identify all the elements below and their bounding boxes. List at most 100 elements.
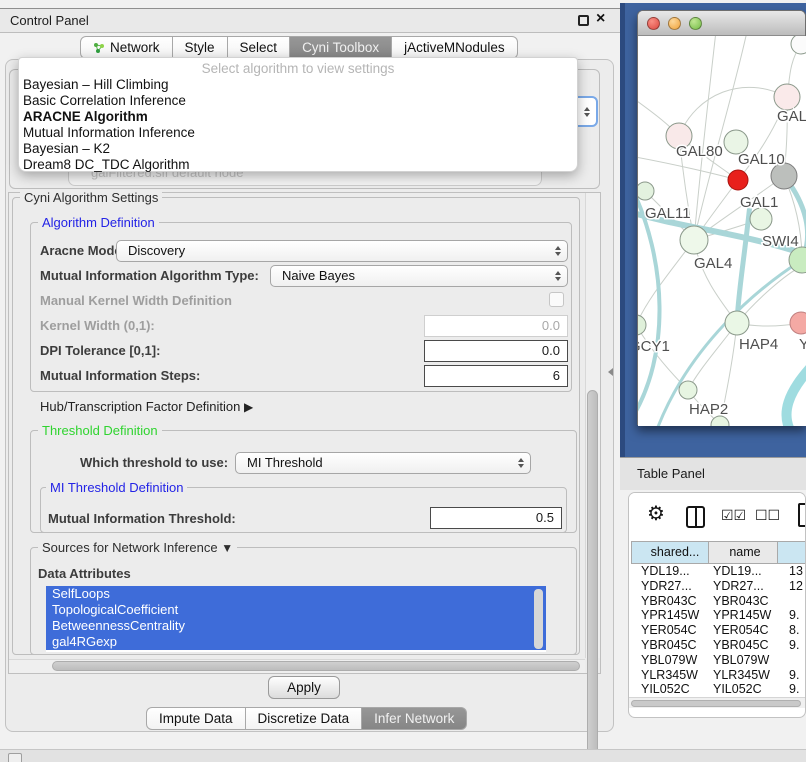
network-window-titlebar[interactable]: [638, 11, 805, 36]
close-icon[interactable]: ×: [596, 10, 605, 28]
network-edge: [679, 87, 787, 136]
node-label-gal11: GAL11: [645, 205, 691, 222]
network-node[interactable]: [728, 170, 748, 190]
document-icon[interactable]: [798, 503, 806, 527]
table-cell: YLR345W: [709, 668, 778, 683]
aracne-mode-combo[interactable]: Discovery: [116, 240, 568, 262]
horizontal-scrollbar-thumb[interactable]: [52, 661, 580, 671]
combo-arrows-icon: [555, 246, 561, 256]
network-node[interactable]: [638, 315, 646, 335]
tab-label: Cyni Toolbox: [302, 40, 379, 55]
column-header-a[interactable]: A: [778, 541, 806, 564]
table-cell: YDR27...: [631, 579, 709, 594]
algorithm-list: Bayesian – Hill ClimbingBasic Correlatio…: [19, 77, 577, 173]
collapsed-panel-icon[interactable]: [8, 753, 22, 762]
network-node[interactable]: [790, 312, 806, 334]
sources-expander[interactable]: Sources for Network Inference ▼: [38, 540, 237, 555]
dpi-tolerance-field[interactable]: 0.0: [424, 340, 568, 362]
node-label-y: Y: [799, 336, 806, 353]
chevron-right-icon: ▶: [244, 400, 253, 414]
network-node[interactable]: [750, 208, 772, 230]
column-header-name[interactable]: name: [709, 541, 778, 564]
network-view[interactable]: GALGAL80GAL10GAL1GAL11SWI4GAL4GCY1HAP4YH…: [638, 36, 806, 426]
tab-cyni-toolbox[interactable]: Cyni Toolbox: [290, 36, 392, 59]
table-row[interactable]: YBR045CYBR045C9.: [631, 638, 806, 653]
table-cell: YPR145W: [631, 608, 709, 623]
tab-select[interactable]: Select: [228, 36, 291, 59]
manual-kernel-label: Manual Kernel Width Definition: [40, 293, 232, 308]
data-attributes-list[interactable]: SelfLoopsTopologicalCoefficientBetweenne…: [46, 586, 546, 652]
tab-label: Impute Data: [159, 711, 233, 726]
apply-button[interactable]: Apply: [268, 676, 340, 699]
table-row[interactable]: YLR345WYLR345W9.: [631, 668, 806, 683]
node-label-gal4: GAL4: [694, 255, 732, 272]
network-node[interactable]: [774, 84, 800, 110]
network-window: GALGAL80GAL10GAL1GAL11SWI4GAL4GCY1HAP4YH…: [637, 10, 806, 425]
tab-label: Select: [240, 40, 278, 55]
attribute-item-betweennesscentrality[interactable]: BetweennessCentrality: [46, 618, 546, 634]
cyni-settings-title: Cyni Algorithm Settings: [20, 190, 162, 205]
close-window-icon[interactable]: [647, 17, 660, 30]
table-row[interactable]: YDL19...YDL19...13: [631, 564, 806, 579]
tab-impute-data[interactable]: Impute Data: [146, 707, 246, 730]
column-header-shared-[interactable]: shared...: [631, 541, 709, 564]
manual-kernel-checkbox[interactable]: [549, 292, 564, 307]
table-cell: YER054C: [631, 623, 709, 638]
network-node[interactable]: [791, 36, 806, 54]
control-panel-title: Control Panel: [10, 13, 89, 28]
algorithm-option-basic-correlation-inference[interactable]: Basic Correlation Inference: [19, 93, 577, 109]
splitter-grip[interactable]: [608, 368, 613, 376]
table-body: YDL19...YDL19...13YDR27...YDR27...12YBR0…: [631, 564, 806, 697]
combo-arrows-icon: [518, 458, 524, 468]
network-node[interactable]: [638, 182, 654, 200]
vertical-scrollbar-thumb[interactable]: [587, 390, 598, 762]
table-horizontal-scrollbar[interactable]: [629, 697, 806, 708]
tab-style[interactable]: Style: [173, 36, 228, 59]
hub-expander[interactable]: Hub/Transcription Factor Definition ▶: [40, 399, 253, 414]
which-threshold-combo[interactable]: MI Threshold: [235, 452, 531, 474]
algorithm-option-aracne-algorithm[interactable]: ARACNE Algorithm: [19, 109, 577, 125]
which-threshold-value: MI Threshold: [247, 455, 323, 470]
algorithm-option-bayesian-k2[interactable]: Bayesian – K2: [19, 141, 577, 157]
tab-jactivemnodules[interactable]: jActiveMNodules: [392, 36, 518, 59]
checked-columns-icon[interactable]: ☑☑: [721, 507, 746, 524]
attribute-item-selfloops[interactable]: SelfLoops: [46, 586, 546, 602]
table-row[interactable]: YBR043CYBR043C: [631, 594, 806, 609]
network-node[interactable]: [680, 226, 708, 254]
table-cell: 12: [778, 579, 806, 594]
attribute-item-topologicalcoefficient[interactable]: TopologicalCoefficient: [46, 602, 546, 618]
unchecked-columns-icon[interactable]: ☐☐: [755, 507, 780, 524]
algorithm-option-bayesian-hill-climbing[interactable]: Bayesian – Hill Climbing: [19, 77, 577, 93]
split-columns-icon[interactable]: [686, 506, 705, 528]
zoom-window-icon[interactable]: [689, 17, 702, 30]
tab-network[interactable]: Network: [80, 36, 173, 59]
attributes-scrollbar[interactable]: [534, 589, 543, 649]
network-edge: [786, 366, 806, 426]
vertical-scrollbar[interactable]: [585, 193, 600, 658]
table-cell: YIL052C: [709, 682, 778, 697]
network-node[interactable]: [725, 311, 749, 335]
mi-threshold-label: Mutual Information Threshold:: [48, 511, 236, 526]
table-row[interactable]: YPR145WYPR145W9.: [631, 608, 806, 623]
table-row[interactable]: YER054CYER054C8.: [631, 623, 806, 638]
table-scrollbar-thumb[interactable]: [631, 700, 801, 707]
algorithm-definition-title: Algorithm Definition: [38, 215, 159, 230]
minimize-window-icon[interactable]: [668, 17, 681, 30]
float-icon[interactable]: [578, 15, 589, 26]
algorithm-option-mutual-information-inference[interactable]: Mutual Information Inference: [19, 125, 577, 141]
mi-steps-field[interactable]: 6: [424, 365, 568, 387]
network-edge: [638, 240, 694, 325]
tab-discretize-data[interactable]: Discretize Data: [246, 707, 363, 730]
algorithm-option-dream8-dc-tdc-algorithm[interactable]: Dream8 DC_TDC Algorithm: [19, 157, 577, 173]
tab-infer-network[interactable]: Infer Network: [362, 707, 467, 730]
attribute-item-gal4rgexp[interactable]: gal4RGexp: [46, 634, 546, 650]
mi-type-combo[interactable]: Naive Bayes: [270, 265, 568, 287]
table-row[interactable]: YDR27...YDR27...12: [631, 579, 806, 594]
mi-threshold-field[interactable]: 0.5: [430, 507, 562, 529]
kernel-width-field[interactable]: 0.0: [424, 315, 568, 337]
table-row[interactable]: YIL052CYIL052C9.: [631, 682, 806, 697]
network-node[interactable]: [679, 381, 697, 399]
mi-threshold-group-title: MI Threshold Definition: [46, 480, 187, 495]
gear-icon[interactable]: ⚙: [647, 501, 665, 526]
table-row[interactable]: YBL079WYBL079W: [631, 653, 806, 668]
